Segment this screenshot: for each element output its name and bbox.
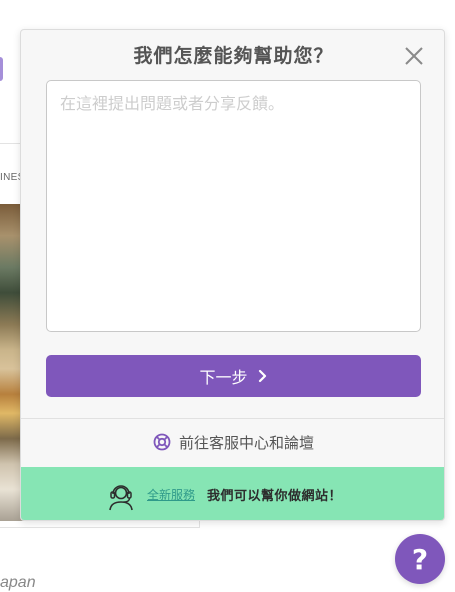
question-mark-icon: ? (411, 542, 429, 576)
next-step-label: 下一步 (199, 368, 248, 387)
next-step-button[interactable]: 下一步 (46, 355, 421, 397)
close-icon (405, 47, 423, 65)
headset-agent-icon (109, 484, 133, 510)
background-caption: apan (0, 574, 36, 591)
divider (21, 418, 444, 419)
help-center-link[interactable]: 前往客服中心和論壇 (21, 430, 444, 454)
background-tab-chip (0, 57, 3, 81)
promo-new-service-link[interactable]: 全新服務 (147, 486, 195, 503)
promo-bar: 全新服務 我們可以幫你做網站！ (21, 467, 444, 520)
lifebuoy-icon (153, 433, 171, 451)
feedback-message-input[interactable] (46, 80, 421, 332)
widget-title: 我們怎麼能夠幫助您？ (133, 45, 334, 67)
chevron-right-icon (258, 369, 266, 383)
help-fab-button[interactable]: ? (395, 534, 445, 584)
feedback-widget: 我們怎麼能夠幫助您？ 下一步 前往客服中心和論壇 (20, 29, 445, 521)
close-button[interactable] (403, 45, 425, 67)
help-center-label: 前往客服中心和論壇 (178, 433, 314, 452)
promo-text: 我們可以幫你做網站！ (207, 489, 343, 504)
